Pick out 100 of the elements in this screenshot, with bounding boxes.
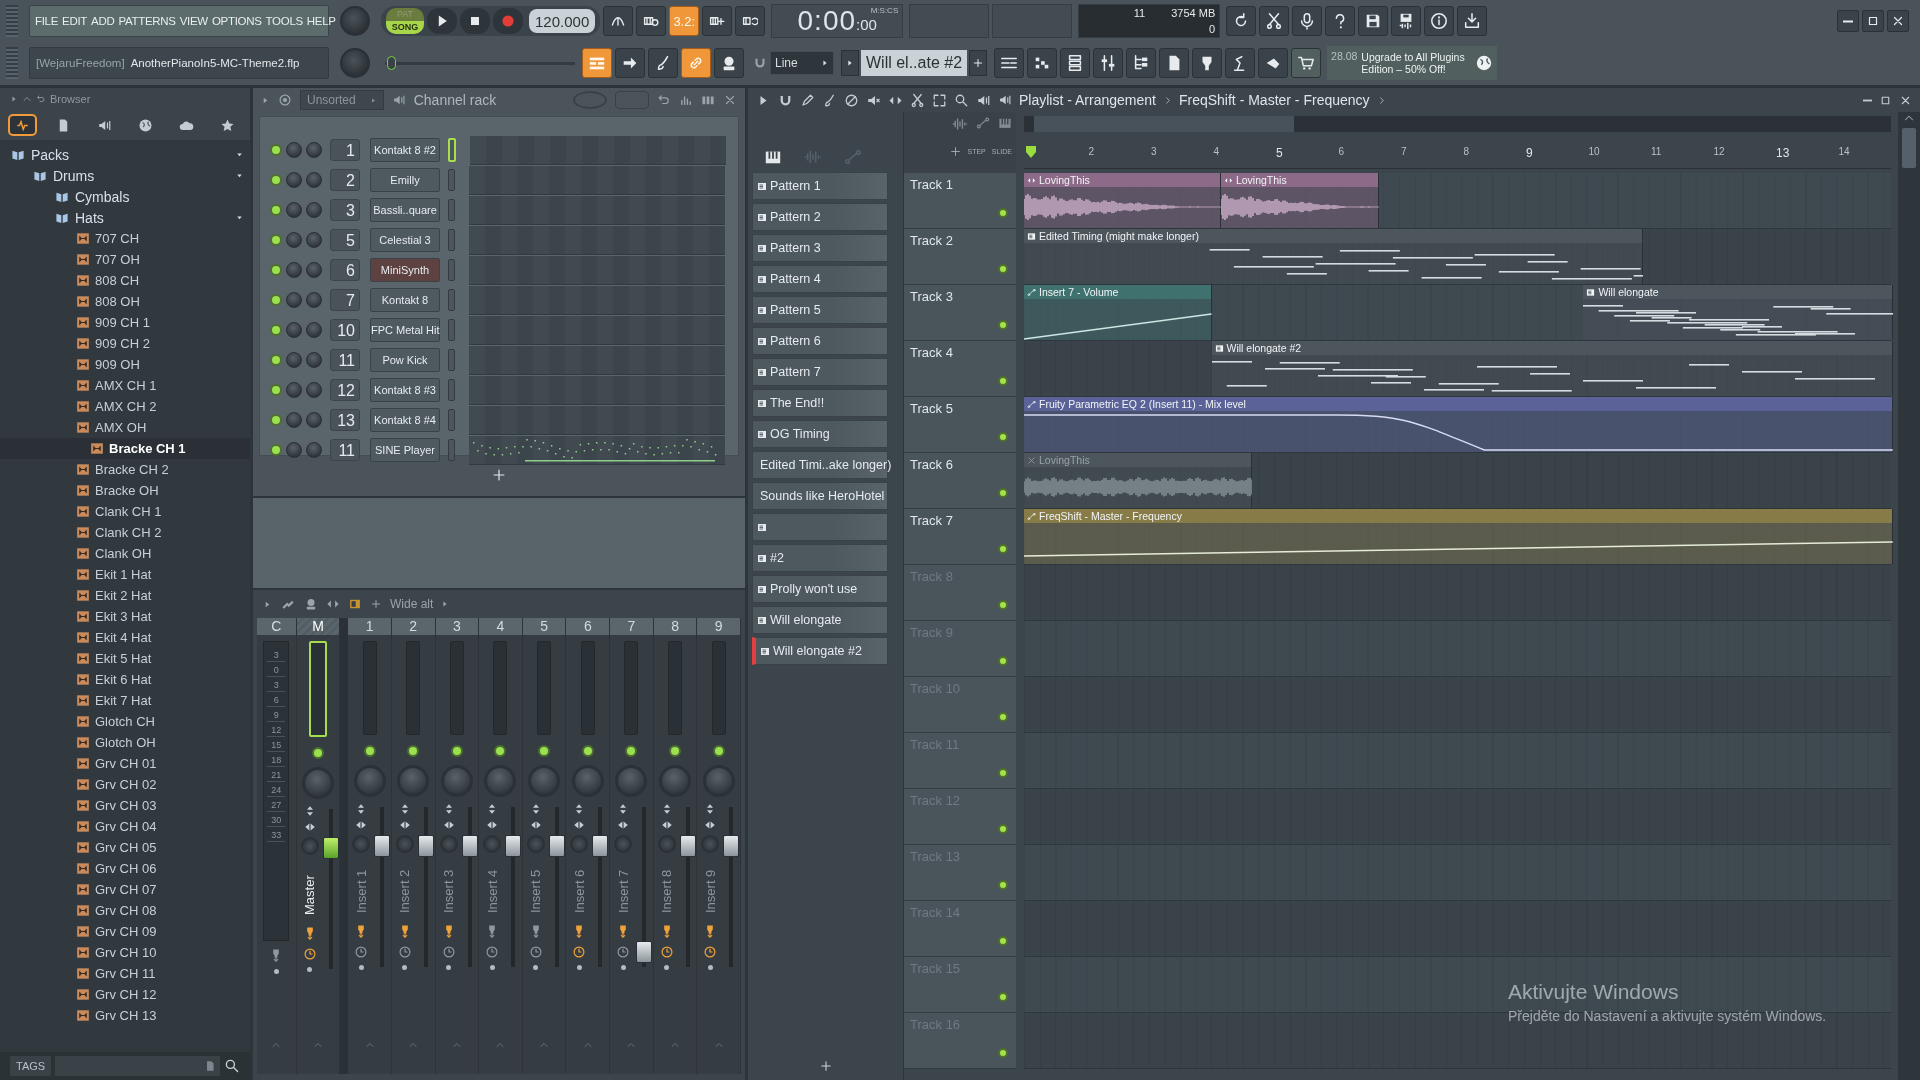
- mixer-track-number[interactable]: 1: [330, 139, 360, 161]
- sample-item[interactable]: Ekit 2 Hat: [0, 585, 250, 606]
- sample-item[interactable]: Grv CH 06: [0, 858, 250, 879]
- menu-item[interactable]: HELP: [306, 15, 336, 27]
- menu-item[interactable]: EDIT: [62, 15, 88, 27]
- pattern-item[interactable]: Pattern 7: [752, 358, 888, 386]
- pattern-item[interactable]: Prolly won't use: [752, 575, 888, 603]
- automation-clip[interactable]: Insert 7 - Volume: [1024, 285, 1212, 340]
- audio-clip[interactable]: LovingThis: [1024, 173, 1221, 228]
- sample-item[interactable]: Grv CH 03: [0, 795, 250, 816]
- sample-item[interactable]: Grv CH 07: [0, 879, 250, 900]
- sample-item[interactable]: Grv CH 05: [0, 837, 250, 858]
- pattern-item[interactable]: Pattern 6: [752, 327, 888, 355]
- sample-item[interactable]: Bracke OH: [0, 480, 250, 501]
- sample-item[interactable]: Grv CH 08: [0, 900, 250, 921]
- sample-item[interactable]: Ekit 7 Hat: [0, 690, 250, 711]
- track-header[interactable]: Track 3: [904, 285, 1016, 341]
- mixer-strip[interactable]: 9 Insert 9: [697, 618, 741, 1074]
- sample-item[interactable]: Bracke CH 2: [0, 459, 250, 480]
- channel-button[interactable]: MiniSynth: [370, 258, 440, 282]
- mixer-strip[interactable]: 7 Insert 7: [610, 618, 654, 1074]
- sample-item[interactable]: Ekit 5 Hat: [0, 648, 250, 669]
- pattern-clip[interactable]: Edited Timing (might make longer): [1024, 229, 1643, 284]
- sample-item[interactable]: AMX OH: [0, 417, 250, 438]
- sample-item[interactable]: 707 CH: [0, 228, 250, 249]
- snap-dropdown[interactable]: Line: [770, 51, 834, 75]
- sample-item[interactable]: Ekit 6 Hat: [0, 669, 250, 690]
- mixer-strip[interactable]: 5 Insert 5: [522, 618, 567, 1074]
- track-header[interactable]: Track 5: [904, 397, 1016, 453]
- sample-item[interactable]: 707 OH: [0, 249, 250, 270]
- channel-button[interactable]: Kontakt 8 #3: [370, 378, 440, 402]
- menu-item[interactable]: PATTERNS: [118, 15, 176, 27]
- pattern-item[interactable]: Pattern 5: [752, 296, 888, 324]
- menu-item[interactable]: FILE: [35, 15, 59, 27]
- mixer-track-number[interactable]: 6: [330, 259, 360, 281]
- channel-button[interactable]: Celestial 3: [370, 228, 440, 252]
- sample-item[interactable]: Grv CH 01: [0, 753, 250, 774]
- mixer-strip[interactable]: 1 Insert 1: [348, 618, 392, 1074]
- mixer-track-number[interactable]: 13: [330, 409, 360, 431]
- mixer-preset[interactable]: Wide alt: [390, 597, 434, 611]
- mixer-strip[interactable]: 8 Insert 8: [653, 618, 698, 1074]
- pattern-clip[interactable]: Will elongate: [1583, 285, 1893, 340]
- channel-button[interactable]: FPC Metal Hit: [370, 318, 440, 342]
- mixer-track-number[interactable]: 5: [330, 229, 360, 251]
- sample-item[interactable]: AMX CH 2: [0, 396, 250, 417]
- mixer-strip[interactable]: 6 Insert 6: [566, 618, 611, 1074]
- mixer-track-number[interactable]: 11: [330, 349, 360, 371]
- mixer-strip[interactable]: 3 Insert 3: [435, 618, 480, 1074]
- sample-item[interactable]: Clank CH 1: [0, 501, 250, 522]
- timeline-ruler[interactable]: 2 3 4 5 6 7 8 9 10 11 12 13 14: [1024, 146, 1891, 169]
- sample-item[interactable]: Grv CH 04: [0, 816, 250, 837]
- pattern-item[interactable]: Pattern 3: [752, 234, 888, 262]
- menu-item[interactable]: TOOLS: [265, 15, 303, 27]
- pattern-item[interactable]: Pattern 2: [752, 203, 888, 231]
- pattern-item[interactable]: Will elongate #2: [752, 637, 888, 665]
- channel-button[interactable]: Kontakt 8 #4: [370, 408, 440, 432]
- automation-clip[interactable]: Fruity Parametric EQ 2 (Insert 11) - Mix level: [1024, 397, 1893, 452]
- automation-clip[interactable]: FreqShift - Master - Frequency: [1024, 509, 1893, 564]
- channel-button[interactable]: Emilly: [370, 168, 440, 192]
- sample-item[interactable]: Grv CH 11: [0, 963, 250, 984]
- sample-item[interactable]: 909 OH: [0, 354, 250, 375]
- track-header[interactable]: Track 1: [904, 173, 1016, 229]
- folder-item[interactable]: Drums: [0, 165, 250, 186]
- folder-item[interactable]: Packs: [0, 144, 250, 165]
- pattern-item[interactable]: Pattern 4: [752, 265, 888, 293]
- track-header[interactable]: Track 2: [904, 229, 1016, 285]
- channel-button[interactable]: Kontakt 8 #2: [370, 138, 440, 162]
- track-header[interactable]: Track 7: [904, 509, 1016, 565]
- mixer-strip[interactable]: 2 Insert 2: [391, 618, 436, 1074]
- sample-item[interactable]: Grv CH 09: [0, 921, 250, 942]
- mixer-strip[interactable]: M Master: [296, 618, 341, 1074]
- sample-item[interactable]: 808 OH: [0, 291, 250, 312]
- sample-item[interactable]: Ekit 3 Hat: [0, 606, 250, 627]
- pattern-item[interactable]: The End!!: [752, 389, 888, 417]
- mixer-track-number[interactable]: 3: [330, 199, 360, 221]
- audio-clip[interactable]: LovingThis: [1220, 173, 1379, 228]
- pattern-item[interactable]: Sounds like HeroHotel: [752, 482, 888, 510]
- sample-item[interactable]: 909 CH 1: [0, 312, 250, 333]
- sample-item[interactable]: Clank CH 2: [0, 522, 250, 543]
- sample-item[interactable]: Grv CH 13: [0, 1005, 250, 1026]
- tempo-field[interactable]: 120.000: [529, 9, 596, 33]
- folder-item[interactable]: Cymbals: [0, 186, 250, 207]
- track-header[interactable]: Track 6: [904, 453, 1016, 509]
- menu-item[interactable]: VIEW: [179, 15, 208, 27]
- sample-item[interactable]: Ekit 1 Hat: [0, 564, 250, 585]
- pattern-item[interactable]: OG Timing: [752, 420, 888, 448]
- sample-item[interactable]: Ekit 4 Hat: [0, 627, 250, 648]
- track-header[interactable]: Track 4: [904, 341, 1016, 397]
- mixer-track-number[interactable]: 10: [330, 319, 360, 341]
- sample-item[interactable]: Grv CH 10: [0, 942, 250, 963]
- mixer-track-number[interactable]: 2: [330, 169, 360, 191]
- folder-item[interactable]: Hats: [0, 207, 250, 228]
- mixer-strip[interactable]: C 3 0 3 6 9 12 15 18 21 24 27 30 33: [257, 618, 297, 1074]
- mixer-track-number[interactable]: 12: [330, 379, 360, 401]
- sample-item[interactable]: Bracke CH 1: [0, 438, 250, 459]
- sample-item[interactable]: Glotch OH: [0, 732, 250, 753]
- channel-button[interactable]: Bassli..quare: [370, 198, 440, 222]
- menu-item[interactable]: OPTIONS: [211, 15, 262, 27]
- sample-item[interactable]: Grv CH 12: [0, 984, 250, 1005]
- tags-button[interactable]: TAGS: [10, 1056, 52, 1076]
